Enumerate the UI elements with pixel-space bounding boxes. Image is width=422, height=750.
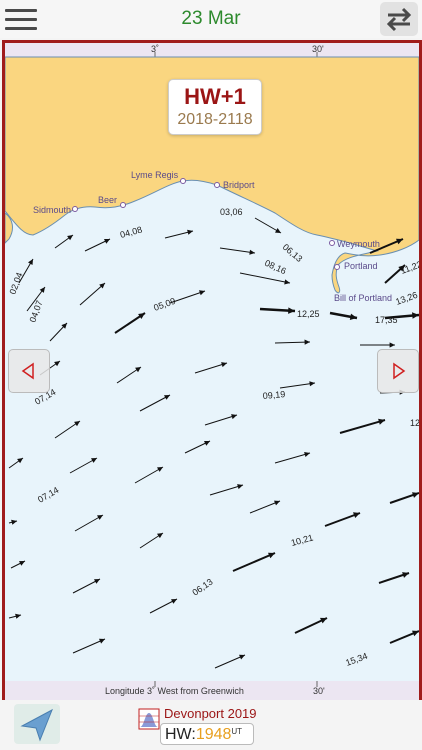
map-canvas: 3˚ 30' Lyme Regis Bridport Beer Sidmouth… [5,43,419,701]
place-bill-of-portland: Bill of Portland [334,293,392,303]
tide-curve-icon [138,708,160,730]
top-scale-band [5,43,419,57]
rate-label: 12,25 [297,309,320,319]
tidal-arrow-head [389,342,395,348]
scale-top-degree: 3˚ [151,44,159,54]
tidal-arrow-shaft [232,552,276,572]
scale-top-minute: 30' [312,44,324,54]
place-weymouth: Weymouth [337,239,380,249]
rate-label: 10,21 [290,532,314,547]
rate-label: 02,04 [7,271,24,296]
dot-lyme-regis [180,178,186,184]
tidal-arrow-head [199,290,205,296]
hw-prefix: HW: [165,726,196,743]
tidal-arrow-head [54,361,60,367]
place-lyme-regis: Lyme Regis [131,170,179,180]
rate-label: 09,19 [262,389,285,401]
hw-time-box: HW:1948UT [160,723,254,745]
tidal-arrow-head [67,235,73,241]
tidal-arrow-shaft [274,452,311,464]
tidal-arrow-head [249,249,255,255]
rate-label: 04,08 [119,224,143,239]
scale-bottom-minute: 30' [313,686,325,696]
tidal-arrow-head [288,307,295,314]
triangle-right-icon [393,362,406,380]
tidal-arrow-shaft [339,419,386,434]
hw-time-unit: UT [231,727,243,736]
place-bridport: Bridport [223,180,255,190]
prev-hour-button[interactable] [8,349,50,393]
rate-label: 04,07 [27,299,44,324]
tidal-arrow-head [187,229,193,235]
rate-label: 06,13 [281,242,305,264]
tidal-arrow-head [17,458,23,464]
place-sidmouth: Sidmouth [33,205,71,215]
tidal-arrow-head [309,381,315,387]
port-name: Devonport 2019 [164,706,257,721]
dot-beer [120,202,126,208]
rate-label: 05,09 [152,296,177,313]
rate-label: 03,06 [220,207,243,217]
place-portland: Portland [344,261,378,271]
port-info[interactable]: Devonport 2019 HW:1948UT [138,704,264,746]
tidal-arrow-head [135,367,141,373]
hw-offset-label: HW+1 [184,84,246,109]
tidal-arrows [8,217,419,669]
dot-portland [334,264,340,270]
hw-time-card: HW+1 2018-2118 [168,79,262,135]
swap-arrows-icon [386,7,412,32]
dot-weymouth [329,240,335,246]
tidal-arrow-head [412,492,419,498]
dot-sidmouth [72,206,78,212]
rate-label: 07,14 [36,485,61,505]
tidal-stream-map[interactable]: 3˚ 30' Lyme Regis Bridport Beer Sidmouth… [2,40,422,704]
rate-label: 13,26 [394,290,419,307]
tidal-arrow-head [412,312,419,319]
rate-label: 12 [410,418,419,428]
tidal-arrow-head [402,572,409,578]
tidal-arrow-head [39,287,45,293]
locate-button[interactable] [14,704,60,744]
tidal-arrow-head [304,339,310,345]
date-label: 23 Mar [181,8,241,29]
triangle-left-icon [21,362,34,380]
tidal-arrow-shaft [169,290,206,304]
hw-time-range: 2018-2118 [177,111,253,128]
swap-button[interactable] [380,2,418,36]
hw-time-value: 1948 [195,726,232,743]
tidal-arrow-head [15,613,21,619]
scale-bottom-label: Longitude 3˚ West from Greenwich [105,686,244,696]
top-bar: 23 Mar [0,0,422,38]
place-beer: Beer [98,195,117,205]
tidal-arrow-head [157,533,163,539]
tidal-arrow-head [284,279,290,285]
rate-label: 06,13 [190,577,214,598]
rate-label: 15,34 [344,651,369,668]
dot-bridport [214,182,220,188]
tidal-arrow-head [11,519,17,525]
next-hour-button[interactable] [377,349,419,393]
tidal-arrow-head [74,421,80,427]
location-arrow-icon [20,708,53,742]
rate-label: 08,16 [263,258,288,277]
